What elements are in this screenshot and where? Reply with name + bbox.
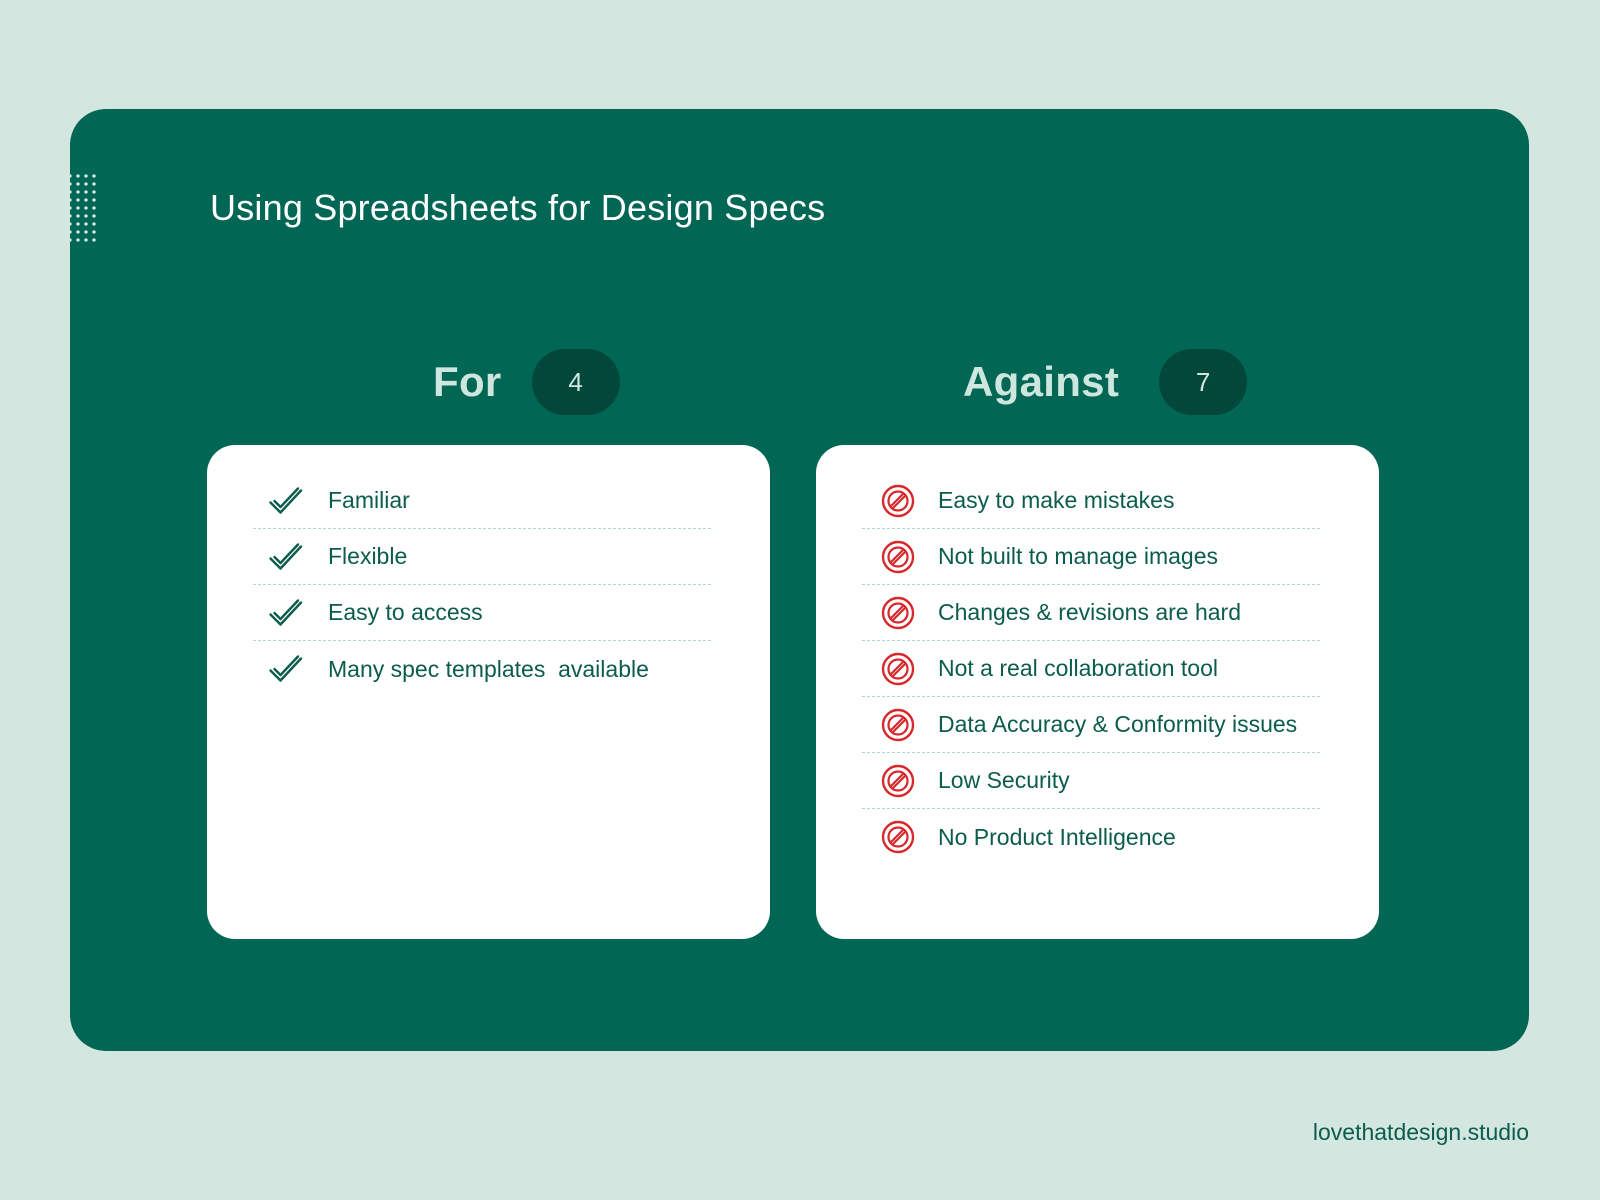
for-panel: Familiar Flexible Easy to access Many spec …: [207, 445, 770, 939]
check-icon: [268, 483, 304, 519]
against-item-text: Not a real collaboration tool: [938, 655, 1218, 681]
against-header: Against 7: [963, 349, 1248, 415]
against-item-text: Not built to manage images: [938, 543, 1218, 569]
against-list-item: Not built to manage images: [862, 529, 1320, 585]
dot-grid-decoration: [70, 172, 100, 244]
for-label: For: [433, 358, 502, 405]
prohibited-icon: [880, 707, 916, 743]
prohibited-icon: [880, 595, 916, 631]
footer-brand: lovethatdesign.studio: [1312, 1119, 1529, 1145]
prohibited-icon: [880, 651, 916, 687]
check-icon: [268, 595, 304, 631]
against-list-item: Easy to make mistakes: [862, 473, 1320, 529]
for-item-text: Familiar: [328, 487, 410, 513]
against-label: Against: [963, 358, 1120, 405]
for-header: For 4: [433, 349, 620, 415]
for-item-text: Many spec templates available: [328, 655, 649, 682]
against-list-item: Data Accuracy & Conformity issues: [862, 697, 1320, 753]
prohibited-icon: [880, 483, 916, 519]
for-list-item: Easy to access: [253, 585, 711, 641]
for-list-item: Many spec templates available: [253, 641, 711, 697]
against-item-text: Low Security: [938, 767, 1070, 793]
against-item-text: Data Accuracy & Conformity issues: [938, 711, 1298, 737]
for-item-text: Flexible: [328, 543, 408, 569]
for-list-item: Familiar: [253, 473, 711, 529]
against-panel: Easy to make mistakes Not built to manage…: [816, 445, 1379, 939]
for-item-text: Easy to access: [328, 599, 483, 625]
against-item-text: Changes & revisions are hard: [938, 599, 1241, 625]
page-title: Using Spreadsheets for Design Specs: [210, 187, 826, 228]
against-list-item: Changes & revisions are hard: [862, 585, 1320, 641]
for-list: Familiar Flexible Easy to access Many spec …: [253, 473, 711, 697]
prohibited-icon: [880, 819, 916, 855]
against-list-item: Low Security: [862, 753, 1320, 809]
prohibited-icon: [880, 763, 916, 799]
against-list-item: Not a real collaboration tool: [862, 641, 1320, 697]
for-list-item: Flexible: [253, 529, 711, 585]
against-list: Easy to make mistakes Not built to manage…: [862, 473, 1320, 865]
check-icon: [268, 539, 304, 575]
against-item-text: No Product Intelligence: [938, 823, 1176, 850]
against-list-item: No Product Intelligence: [862, 809, 1320, 865]
against-count-badge: 7: [1159, 349, 1248, 415]
main-card: Using Spreadsheets for Design Specs For …: [70, 109, 1529, 1051]
check-icon: [268, 651, 304, 687]
for-count-badge: 4: [531, 349, 620, 415]
prohibited-icon: [880, 539, 916, 575]
against-item-text: Easy to make mistakes: [938, 487, 1175, 513]
